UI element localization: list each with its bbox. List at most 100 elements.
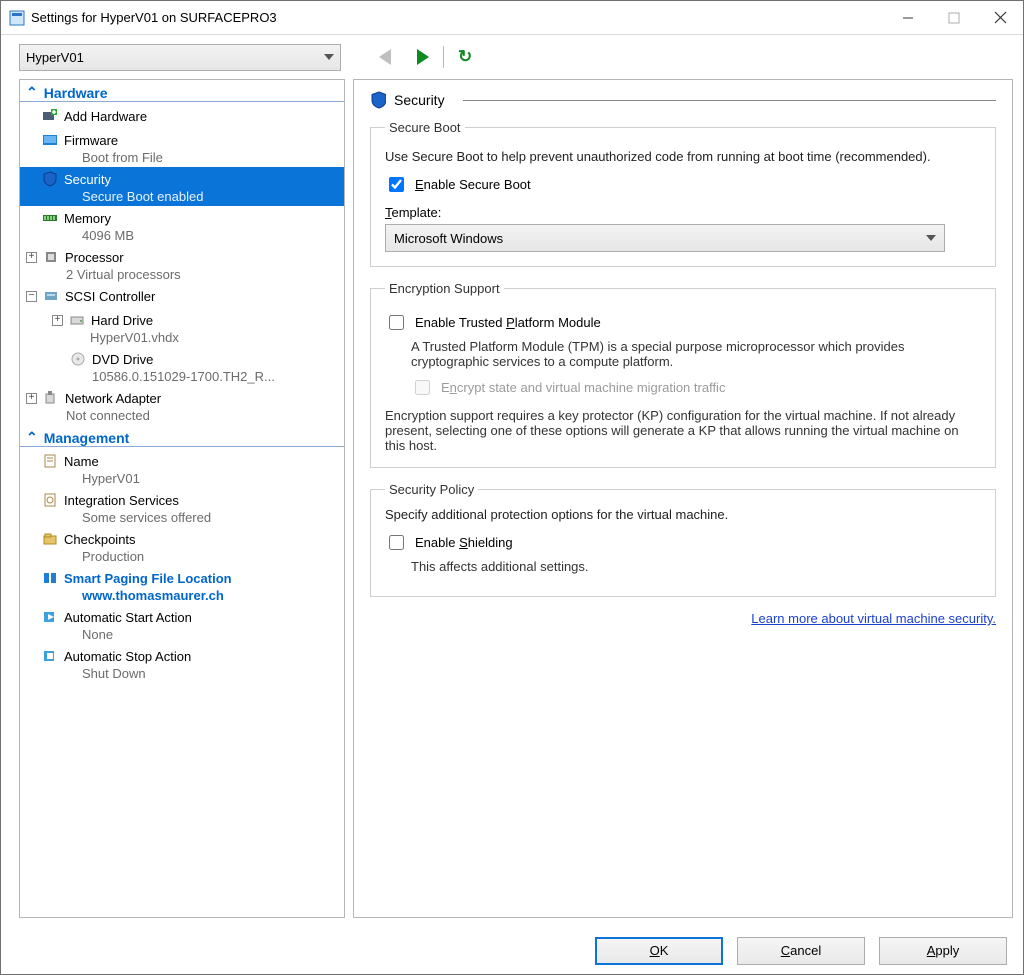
shielding-note: This affects additional settings. (411, 559, 981, 574)
vm-selector-value: HyperV01 (26, 50, 84, 65)
tree-sub: Not connected (26, 408, 338, 423)
nav-forward-button[interactable] (417, 49, 429, 65)
kp-note: Encryption support requires a key protec… (385, 408, 981, 453)
encrypt-state-checkbox: Encrypt state and virtual machine migrat… (411, 377, 981, 398)
enable-tpm-input[interactable] (389, 315, 404, 330)
tree-hdd[interactable]: + Hard Drive HyperV01.vhdx (20, 308, 344, 347)
tree-sub: Production (42, 549, 338, 564)
tree-auto-start[interactable]: Automatic Start Action None (20, 605, 344, 644)
apply-button[interactable]: Apply (879, 937, 1007, 965)
tree-scsi[interactable]: − SCSI Controller (20, 284, 344, 308)
add-hardware-icon (42, 108, 58, 124)
enable-shielding-checkbox[interactable]: Enable Shielding (385, 532, 981, 553)
tree-smart-paging[interactable]: Smart Paging File Location www.thomasmau… (20, 566, 344, 605)
tree-label: Integration Services (64, 493, 179, 508)
enable-secure-boot-checkbox[interactable]: Enable Secure Boot (385, 174, 981, 195)
tree-label: Firmware (64, 133, 118, 148)
tree-memory[interactable]: Memory 4096 MB (20, 206, 344, 245)
tree-processor[interactable]: + Processor 2 Virtual processors (20, 245, 344, 284)
template-dropdown[interactable]: Microsoft Windows (385, 224, 945, 252)
chevron-down-icon (324, 54, 334, 60)
chevron-up-icon: ⌃ (26, 429, 38, 446)
tree-sub: www.thomasmaurer.ch (42, 588, 338, 603)
tree-sub: Boot from File (42, 150, 338, 165)
app-icon (9, 10, 25, 26)
tree-integration[interactable]: Integration Services Some services offer… (20, 488, 344, 527)
maximize-button[interactable] (931, 1, 977, 35)
enable-secure-boot-input[interactable] (389, 177, 404, 192)
tree-label: Checkpoints (64, 532, 136, 547)
enable-tpm-label: Enable Trusted Platform Module (415, 315, 601, 330)
management-section-label: Management (44, 430, 130, 446)
tree-label: Network Adapter (65, 391, 161, 406)
enable-shielding-label: Enable Shielding (415, 535, 513, 550)
nic-icon (43, 390, 59, 406)
secure-boot-group: Secure Boot Use Secure Boot to help prev… (370, 120, 996, 267)
paging-icon (42, 570, 58, 586)
tree-label: Automatic Start Action (64, 610, 192, 625)
policy-desc: Specify additional protection options fo… (385, 507, 981, 522)
checkpoints-icon (42, 531, 58, 547)
tree-sub: Shut Down (42, 666, 338, 681)
tree-checkpoints[interactable]: Checkpoints Production (20, 527, 344, 566)
expand-icon[interactable]: + (52, 315, 63, 326)
expand-icon[interactable]: + (26, 252, 37, 263)
detail-panel: Security Secure Boot Use Secure Boot to … (353, 79, 1013, 918)
tree-sub: HyperV01 (42, 471, 338, 486)
encryption-group: Encryption Support Enable Trusted Platfo… (370, 281, 996, 468)
tree-sub: Some services offered (42, 510, 338, 525)
panel-title-text: Security (394, 92, 445, 108)
policy-group: Security Policy Specify additional prote… (370, 482, 996, 597)
tree-sub: 10586.0.151029-1700.TH2_R... (70, 369, 338, 384)
tree-name[interactable]: Name HyperV01 (20, 449, 344, 488)
tree-label: Security (64, 172, 111, 187)
enable-secure-boot-label: Enable Secure Boot (415, 177, 531, 192)
chevron-down-icon (926, 235, 936, 241)
services-icon (42, 492, 58, 508)
tpm-desc: A Trusted Platform Module (TPM) is a spe… (411, 339, 981, 369)
separator (443, 46, 444, 68)
tree-auto-stop[interactable]: Automatic Stop Action Shut Down (20, 644, 344, 683)
cancel-button[interactable]: Cancel (737, 937, 865, 965)
panel-title: Security (370, 92, 996, 108)
collapse-icon[interactable]: − (26, 291, 37, 302)
ok-button[interactable]: OK (595, 937, 723, 965)
memory-icon (42, 210, 58, 226)
tree-label: SCSI Controller (65, 289, 155, 304)
tree-dvd[interactable]: DVD Drive 10586.0.151029-1700.TH2_R... (20, 347, 344, 386)
chevron-up-icon: ⌃ (26, 84, 38, 101)
vm-selector-dropdown[interactable]: HyperV01 (19, 44, 341, 71)
tree-add-hardware[interactable]: Add Hardware (20, 104, 344, 128)
close-button[interactable] (977, 1, 1023, 35)
tree-sub: None (42, 627, 338, 642)
settings-tree[interactable]: ⌃ Hardware Add Hardware Firmware Boot fr… (19, 79, 345, 918)
auto-stop-icon (42, 648, 58, 664)
hard-drive-icon (69, 312, 85, 328)
policy-legend: Security Policy (385, 482, 478, 497)
expand-icon[interactable]: + (26, 393, 37, 404)
template-label: Template: (385, 205, 981, 220)
minimize-button[interactable] (885, 1, 931, 35)
hardware-section-header[interactable]: ⌃ Hardware (20, 80, 344, 102)
dialog-buttons: OK Cancel Apply (1, 926, 1023, 974)
management-section-header[interactable]: ⌃ Management (20, 425, 344, 447)
tree-label: Memory (64, 211, 111, 226)
learn-more-link[interactable]: Learn more about virtual machine securit… (751, 611, 996, 626)
title-bar: Settings for HyperV01 on SURFACEPRO3 (1, 1, 1023, 35)
tree-security[interactable]: Security Secure Boot enabled (20, 167, 344, 206)
enable-shielding-input[interactable] (389, 535, 404, 550)
processor-icon (43, 249, 59, 265)
learn-more: Learn more about virtual machine securit… (370, 611, 996, 626)
refresh-icon[interactable]: ↻ (458, 47, 472, 67)
window-title: Settings for HyperV01 on SURFACEPRO3 (31, 10, 277, 25)
tree-label: DVD Drive (92, 352, 153, 367)
tree-firmware[interactable]: Firmware Boot from File (20, 128, 344, 167)
nav-back-button[interactable] (379, 49, 391, 65)
hardware-section-label: Hardware (44, 85, 108, 101)
tree-label: Name (64, 454, 99, 469)
tree-nic[interactable]: + Network Adapter Not connected (20, 386, 344, 425)
template-value: Microsoft Windows (394, 231, 503, 246)
shield-icon (42, 171, 58, 187)
tree-sub: 2 Virtual processors (26, 267, 338, 282)
enable-tpm-checkbox[interactable]: Enable Trusted Platform Module (385, 312, 981, 333)
